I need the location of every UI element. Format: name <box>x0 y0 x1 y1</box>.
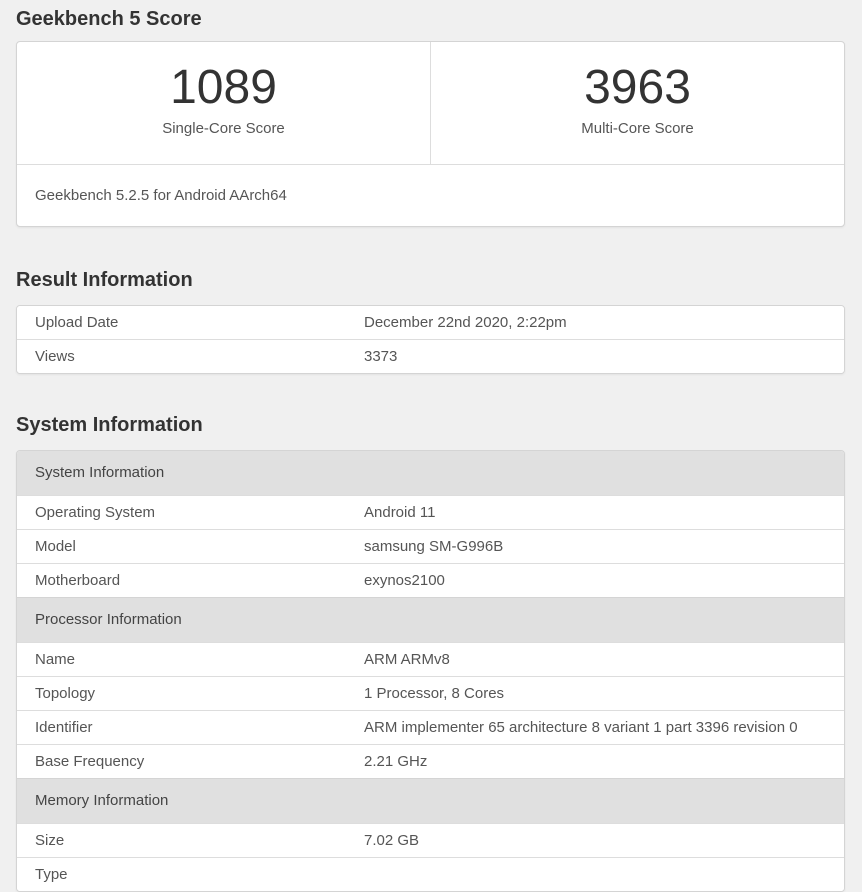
row-value: 3373 <box>364 348 398 365</box>
score-row: 1089 Single-Core Score 3963 Multi-Core S… <box>17 42 844 164</box>
system-information-table: System Information Operating System Andr… <box>16 450 845 892</box>
table-row: Name ARM ARMv8 <box>17 642 844 676</box>
row-value: December 22nd 2020, 2:22pm <box>364 314 567 331</box>
row-label: Topology <box>35 685 96 702</box>
group-header: Processor Information <box>17 597 844 642</box>
score-card: 1089 Single-Core Score 3963 Multi-Core S… <box>16 41 845 227</box>
table-row: Model samsung SM-G996B <box>17 529 844 563</box>
table-row: Type <box>17 857 844 891</box>
row-label: Operating System <box>35 504 156 521</box>
group-header: System Information <box>17 451 844 495</box>
row-value: samsung SM-G996B <box>364 538 504 555</box>
memory-information-group: Memory Information Size 7.02 GB Type <box>17 778 844 891</box>
table-row: Topology 1 Processor, 8 Cores <box>17 676 844 710</box>
row-value <box>364 858 844 891</box>
row-label: Size <box>35 832 65 849</box>
single-core-score-cell: 1089 Single-Core Score <box>17 42 430 164</box>
row-label: Identifier <box>35 719 93 736</box>
processor-information-group: Processor Information Name ARM ARMv8 Top… <box>17 597 844 778</box>
table-row: Size 7.02 GB <box>17 823 844 857</box>
row-value: 7.02 GB <box>364 832 420 849</box>
row-label: Name <box>35 651 76 668</box>
group-header: Memory Information <box>17 778 844 823</box>
system-information-group: System Information Operating System Andr… <box>17 451 844 597</box>
page-content: Geekbench 5 Score 1089 Single-Core Score… <box>0 0 862 892</box>
row-label: Upload Date <box>35 314 119 331</box>
multi-core-score-label: Multi-Core Score <box>581 120 694 137</box>
row-value: 1 Processor, 8 Cores <box>364 685 505 702</box>
row-label: Base Frequency <box>35 753 145 770</box>
table-row: Views 3373 <box>17 339 844 373</box>
single-core-score-value: 1089 <box>170 61 277 114</box>
result-information-table: Upload Date December 22nd 2020, 2:22pm V… <box>16 305 845 374</box>
result-information-heading: Result Information <box>16 269 193 291</box>
table-row: Upload Date December 22nd 2020, 2:22pm <box>17 306 844 339</box>
row-value: Android 11 <box>364 504 436 521</box>
single-core-score-label: Single-Core Score <box>162 120 285 137</box>
table-row: Identifier ARM implementer 65 architectu… <box>17 710 844 744</box>
geekbench-version-footnote: Geekbench 5.2.5 for Android AArch64 <box>17 164 844 226</box>
row-label: Views <box>35 348 75 365</box>
system-information-heading: System Information <box>16 414 203 436</box>
row-label: Model <box>35 538 76 555</box>
row-value: ARM implementer 65 architecture 8 varian… <box>364 719 798 736</box>
table-row: Motherboard exynos2100 <box>17 563 844 597</box>
table-row: Operating System Android 11 <box>17 495 844 529</box>
page-title: Geekbench 5 Score <box>16 8 202 30</box>
row-label: Motherboard <box>35 572 121 589</box>
row-label: Type <box>35 866 68 883</box>
multi-core-score-value: 3963 <box>584 61 691 114</box>
row-value: exynos2100 <box>364 572 445 589</box>
row-value: 2.21 GHz <box>364 753 428 770</box>
row-value: ARM ARMv8 <box>364 651 450 668</box>
table-row: Base Frequency 2.21 GHz <box>17 744 844 778</box>
multi-core-score-cell: 3963 Multi-Core Score <box>430 42 844 164</box>
